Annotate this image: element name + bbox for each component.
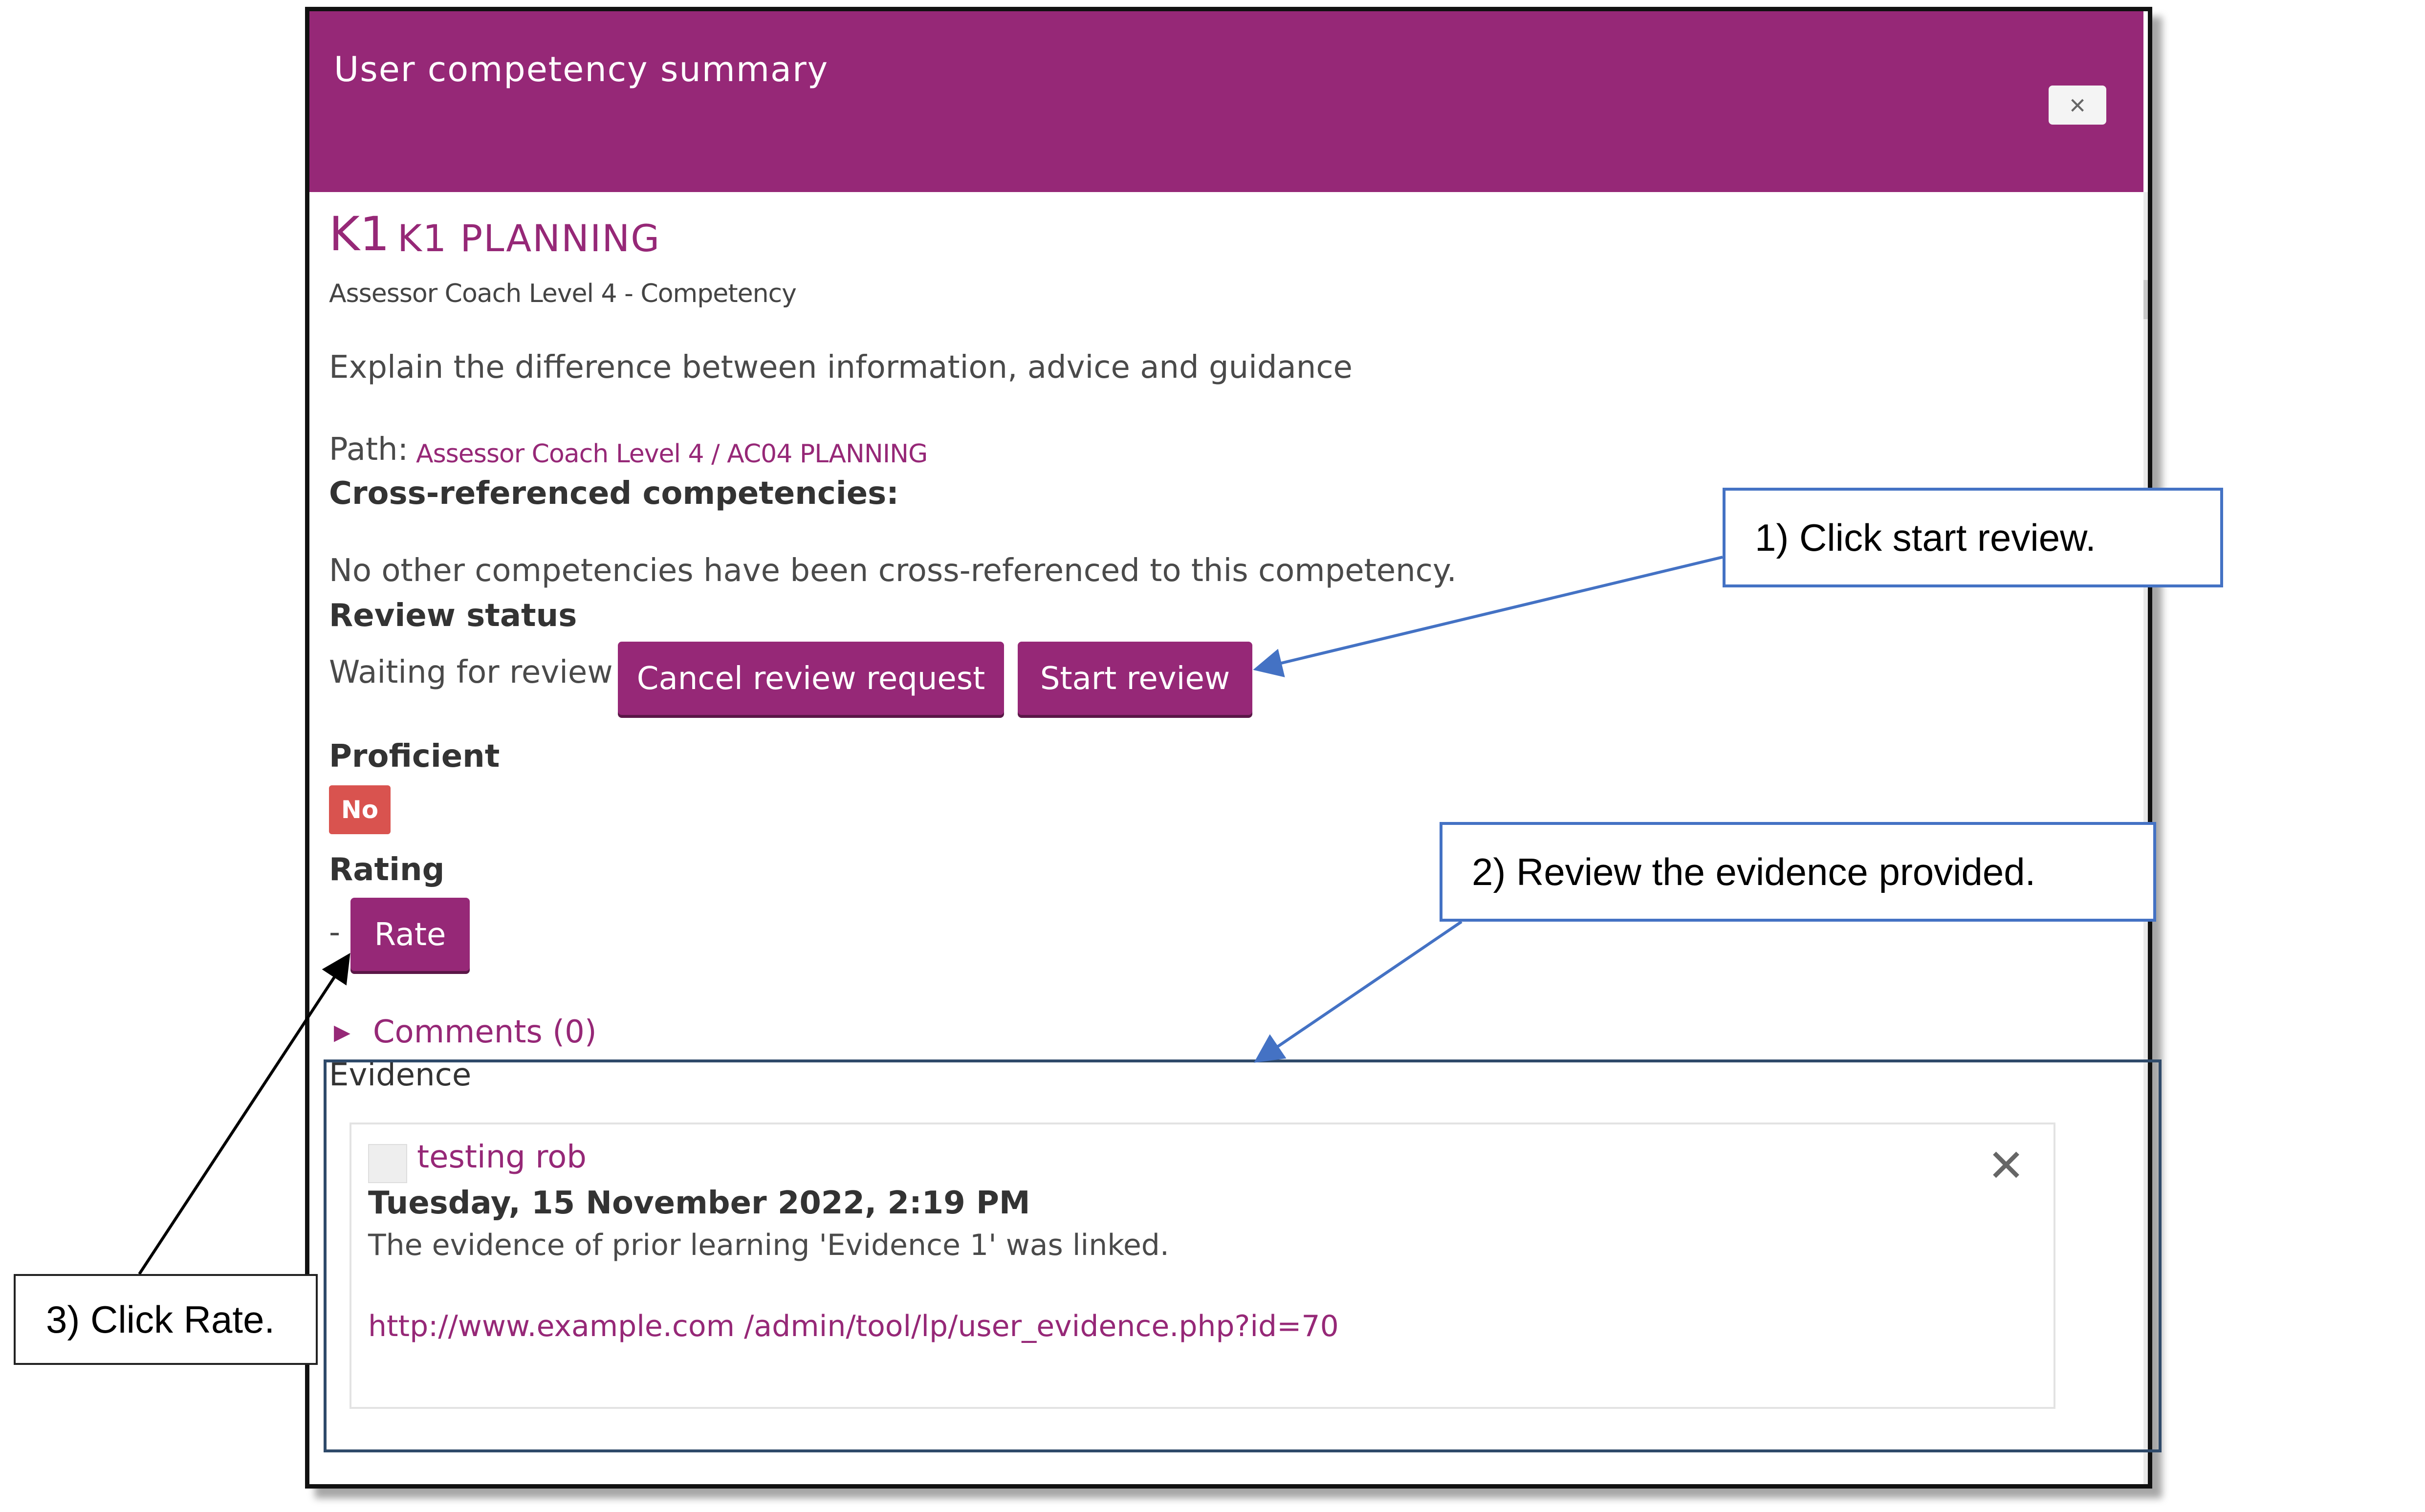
rate-button[interactable]: Rate xyxy=(350,898,470,971)
rating-heading: Rating xyxy=(329,852,445,888)
annotation-step3: 3) Click Rate. xyxy=(14,1274,318,1365)
path-label: Path: xyxy=(329,432,409,468)
path-link[interactable]: Assessor Coach Level 4 / AC04 PLANNING xyxy=(416,439,928,469)
comments-label: Comments (0) xyxy=(372,1014,597,1050)
annotation-step1: 1) Click start review. xyxy=(1723,488,2223,587)
review-status-heading: Review status xyxy=(329,598,577,634)
cross-referenced-heading: Cross-referenced competencies: xyxy=(329,475,899,512)
annotation-step2: 2) Review the evidence provided. xyxy=(1440,822,2156,922)
dialog-header: User competency summary × xyxy=(309,11,2143,192)
scroll-thumb[interactable] xyxy=(2143,280,2148,319)
competency-description: Explain the difference between informati… xyxy=(329,349,1353,386)
rating-value: - xyxy=(329,914,341,950)
competency-id: K1 xyxy=(329,207,390,261)
competency-name: K1 PLANNING xyxy=(397,216,661,260)
caret-right-icon: ▶ xyxy=(334,1020,350,1045)
start-review-button[interactable]: Start review xyxy=(1018,642,1252,715)
proficient-heading: Proficient xyxy=(329,738,500,775)
cross-referenced-text: No other competencies have been cross-re… xyxy=(329,553,1457,589)
evidence-highlight-frame xyxy=(324,1059,2162,1452)
close-button[interactable]: × xyxy=(2049,86,2106,125)
comments-toggle[interactable]: ▶ Comments (0) xyxy=(334,1014,597,1050)
review-status-value: Waiting for review xyxy=(329,654,613,691)
dialog-title: User competency summary xyxy=(334,49,829,89)
cancel-review-request-button[interactable]: Cancel review request xyxy=(618,642,1004,715)
proficient-badge: No xyxy=(329,785,391,834)
framework-name: Assessor Coach Level 4 - Competency xyxy=(329,279,797,308)
